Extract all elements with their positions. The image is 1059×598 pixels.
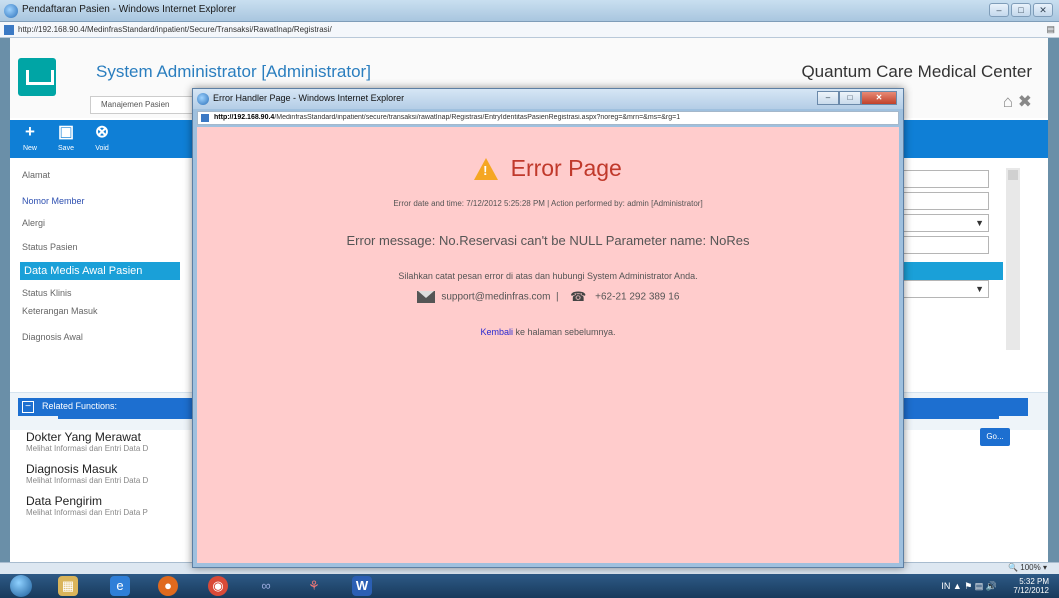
phone-icon: ☎ — [570, 289, 587, 304]
compat-icon[interactable]: ▤ — [1046, 24, 1055, 35]
firefox-taskbar-icon[interactable]: ● — [158, 576, 178, 596]
dialog-window-controls: – □ ✕ — [817, 91, 897, 105]
app2-taskbar-icon[interactable]: ⚘ — [304, 576, 324, 596]
plus-icon: + — [25, 122, 35, 141]
close-app-icon[interactable]: ✖ — [1018, 92, 1032, 111]
browser-url[interactable]: http://192.168.90.4/MedinfrasStandard/in… — [18, 25, 332, 34]
void-button[interactable]: ⊗ Void — [88, 120, 116, 158]
dialog-window-title: Error Handler Page - Windows Internet Ex… — [213, 93, 405, 103]
label-diagnosis-awal: Diagnosis Awal — [22, 332, 83, 342]
error-page-body: Error Page Error date and time: 7/12/201… — [197, 127, 899, 563]
scroll-thumb[interactable] — [1008, 170, 1018, 180]
back-text: ke halaman sebelumnya. — [512, 327, 616, 337]
page-icon — [201, 114, 209, 122]
dialog-url[interactable]: http://192.168.90.4/MedinfrasStandard/in… — [214, 114, 874, 121]
app-taskbar-icon[interactable]: ∞ — [256, 576, 276, 596]
void-x-icon: ⊗ — [94, 122, 110, 141]
explorer-taskbar-icon[interactable]: ▦ — [58, 576, 78, 596]
error-title: Error Page — [510, 155, 622, 181]
chrome-taskbar-icon[interactable]: ◉ — [208, 576, 228, 596]
section-data-medis: Data Medis Awal Pasien — [20, 262, 180, 280]
mail-icon — [416, 291, 435, 303]
save-button[interactable]: ▣ Save — [52, 120, 80, 158]
collapse-icon[interactable]: − — [22, 401, 34, 413]
form-scrollbar[interactable] — [1006, 168, 1020, 350]
back-line: Kembali ke halaman sebelumnya. — [197, 327, 899, 337]
dialog-maximize-icon[interactable]: □ — [839, 91, 861, 105]
related-item-pengirim[interactable]: Data Pengirim Melihat Informasi dan Entr… — [26, 494, 148, 518]
ie-icon — [197, 93, 209, 105]
browser-titlebar: Pendaftaran Pasien - Windows Internet Ex… — [0, 0, 1059, 22]
user-title: System Administrator [Administrator] — [96, 62, 371, 81]
dialog-close-icon[interactable]: ✕ — [861, 91, 897, 105]
maximize-icon[interactable]: □ — [1011, 3, 1031, 17]
floppy-icon: ▣ — [57, 122, 75, 141]
close-icon[interactable]: ✕ — [1033, 3, 1053, 17]
ie-taskbar-icon[interactable]: e — [110, 576, 130, 596]
dialog-address-bar[interactable]: http://192.168.90.4/MedinfrasStandard/in… — [197, 111, 899, 125]
section-bar-right — [903, 262, 1003, 280]
bed-logo-icon — [18, 58, 56, 96]
back-link[interactable]: Kembali — [480, 327, 513, 337]
new-button[interactable]: + New — [16, 120, 44, 158]
zoom-level[interactable]: 🔍 100% ▾ — [1008, 563, 1047, 572]
label-alamat: Alamat — [22, 170, 51, 180]
status-klinis-select[interactable]: ▼ — [903, 280, 989, 298]
label-status-pasien: Status Pasien — [22, 242, 78, 252]
label-alergi: Alergi — [22, 218, 46, 228]
error-meta: Error date and time: 7/12/2012 5:25:28 P… — [393, 199, 703, 208]
home-icon[interactable]: ⌂ — [1003, 92, 1013, 111]
page-icon — [4, 25, 14, 35]
status-pasien-input[interactable] — [903, 236, 989, 254]
ie-icon — [4, 4, 18, 18]
label-nomor-member: Nomor Member — [22, 196, 85, 206]
error-dialog-window: Error Handler Page - Windows Internet Ex… — [192, 88, 904, 568]
word-taskbar-icon[interactable]: W — [352, 576, 372, 596]
system-clock[interactable]: 5:32 PM 7/12/2012 — [1013, 577, 1049, 595]
error-heading: Error Page — [197, 155, 899, 182]
browser-window-title: Pendaftaran Pasien - Windows Internet Ex… — [22, 4, 236, 15]
windows-taskbar: ▦ e ● ◉ ∞ ⚘ W IN ▲ ⚑ ▤ 🔊 5:32 PM 7/12/20… — [0, 574, 1059, 598]
dialog-titlebar[interactable]: Error Handler Page - Windows Internet Ex… — [193, 89, 903, 109]
support-contact: support@medinfras.com | ☎ +62-21 292 389… — [197, 289, 899, 305]
tray-icons[interactable]: IN ▲ ⚑ ▤ 🔊 — [941, 581, 997, 592]
related-item-diagnosis[interactable]: Diagnosis Masuk Melihat Informasi dan En… — [26, 462, 148, 486]
support-email: support@medinfras.com — [441, 291, 551, 303]
nomor-member-input[interactable] — [903, 192, 989, 210]
header-icons: ⌂ ✖ — [1003, 92, 1032, 112]
org-title: Quantum Care Medical Center — [801, 62, 1032, 81]
browser-address-bar[interactable]: http://192.168.90.4/MedinfrasStandard/in… — [0, 22, 1059, 38]
alamat-input[interactable] — [903, 170, 989, 188]
minimize-icon[interactable]: – — [989, 3, 1009, 17]
error-help-text: Silahkan catat pesan error di atas dan h… — [398, 271, 698, 281]
window-controls: – □ ✕ — [989, 3, 1053, 17]
go-button[interactable]: Go... — [980, 428, 1010, 446]
dialog-minimize-icon[interactable]: – — [817, 91, 839, 105]
related-item-dokter[interactable]: Dokter Yang Merawat Melihat Informasi da… — [26, 430, 148, 454]
warning-icon — [474, 157, 499, 180]
support-phone: +62-21 292 389 16 — [595, 291, 680, 303]
related-functions-title: Related Functions: — [42, 401, 118, 411]
start-button[interactable] — [10, 575, 32, 597]
error-message: Error message: No.Reservasi can't be NUL… — [346, 233, 750, 248]
alergi-select[interactable]: ▼ — [903, 214, 989, 232]
label-status-klinis: Status Klinis — [22, 288, 72, 298]
label-keterangan-masuk: Keterangan Masuk — [22, 306, 98, 316]
